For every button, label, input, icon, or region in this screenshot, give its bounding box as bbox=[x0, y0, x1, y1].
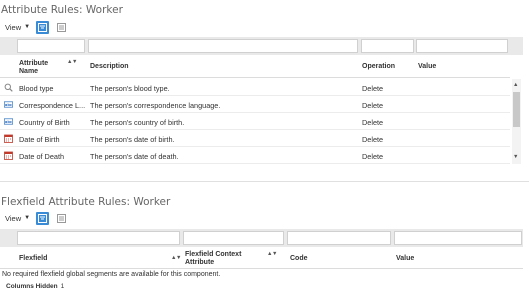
filter-description[interactable] bbox=[88, 39, 358, 53]
attribute-filter-row bbox=[0, 37, 523, 55]
view-menu-label: View bbox=[5, 22, 22, 32]
attribute-description: The person's correspondence language. bbox=[90, 100, 221, 110]
flexfield-rules-toolbar: View ▼ bbox=[5, 211, 68, 225]
view-menu[interactable]: View ▼ bbox=[5, 23, 30, 32]
table-row[interactable]: abc Correspondence L... The person's cor… bbox=[0, 96, 510, 113]
filter-flexfield[interactable] bbox=[17, 231, 180, 245]
filter-context-attribute[interactable] bbox=[183, 231, 284, 245]
view-menu[interactable]: View ▼ bbox=[5, 214, 30, 223]
attribute-name: Correspondence L... bbox=[19, 100, 86, 110]
caret-down-icon: ▼ bbox=[24, 215, 31, 221]
attribute-operation: Delete bbox=[362, 117, 384, 127]
filter-value[interactable] bbox=[416, 39, 508, 53]
string-icon: abc bbox=[4, 101, 13, 108]
flexfield-table-header: Flexfield ▲▼ Flexfield Context Attribute… bbox=[0, 248, 523, 269]
detach-button[interactable] bbox=[55, 212, 68, 225]
attribute-rules-toolbar: View ▼ bbox=[5, 20, 68, 34]
detach-icon bbox=[57, 213, 67, 223]
flexfield-rules-title: Flexfield Attribute Rules: Worker bbox=[1, 196, 171, 208]
attribute-operation: Delete bbox=[362, 134, 384, 144]
attribute-description: The person's country of birth. bbox=[90, 117, 185, 127]
column-header-code[interactable]: Code bbox=[290, 255, 308, 263]
table-row[interactable]: Blood type The person's blood type. Dele… bbox=[0, 79, 510, 96]
sort-arrows-icon[interactable]: ▲▼ bbox=[171, 255, 181, 261]
column-header-operation[interactable]: Operation bbox=[362, 63, 395, 71]
table-row[interactable]: Date of Death The person's date of death… bbox=[0, 147, 510, 164]
calendar-icon bbox=[4, 134, 13, 143]
attribute-description: The person's blood type. bbox=[90, 83, 170, 93]
scroll-up-icon[interactable]: ▲ bbox=[513, 82, 518, 88]
attribute-description: The person's date of death. bbox=[90, 151, 179, 161]
sort-arrows-icon[interactable]: ▲▼ bbox=[67, 59, 77, 65]
attribute-description: The person's date of birth. bbox=[90, 134, 175, 144]
attribute-name: Blood type bbox=[19, 83, 54, 93]
attribute-operation: Delete bbox=[362, 100, 384, 110]
column-header-value[interactable]: Value bbox=[396, 255, 414, 263]
columns-hidden-count: 1 bbox=[60, 283, 65, 290]
filter-icon bbox=[38, 213, 48, 223]
detach-icon bbox=[57, 22, 67, 32]
table-row[interactable]: abc Country of Birth The person's countr… bbox=[0, 113, 510, 130]
column-header-flexfield[interactable]: Flexfield bbox=[19, 255, 47, 263]
column-header-value[interactable]: Value bbox=[418, 63, 436, 71]
attribute-table-scrollbar[interactable]: ▲ ▼ bbox=[512, 79, 521, 164]
attribute-operation: Delete bbox=[362, 151, 384, 161]
attribute-operation: Delete bbox=[362, 83, 384, 93]
section-divider bbox=[0, 181, 529, 182]
caret-down-icon: ▼ bbox=[24, 24, 31, 30]
attribute-name: Date of Birth bbox=[19, 134, 60, 144]
query-by-example-button[interactable] bbox=[36, 20, 50, 34]
attribute-rules-title: Attribute Rules: Worker bbox=[1, 4, 123, 16]
scroll-thumb[interactable] bbox=[513, 92, 520, 127]
empty-table-message: No required flexfield global segments ar… bbox=[2, 271, 221, 278]
filter-attribute-name[interactable] bbox=[17, 39, 85, 53]
svg-text:abc: abc bbox=[5, 103, 12, 107]
attribute-name: Date of Death bbox=[19, 151, 65, 161]
view-menu-label: View bbox=[5, 213, 22, 223]
attribute-table-header: Attribute Name ▲▼ Description Operation … bbox=[0, 56, 510, 78]
scroll-down-icon[interactable]: ▼ bbox=[513, 154, 518, 160]
column-header-attribute-name[interactable]: Attribute Name bbox=[19, 60, 59, 76]
column-header-description[interactable]: Description bbox=[90, 63, 129, 71]
sort-arrows-icon[interactable]: ▲▼ bbox=[267, 251, 277, 257]
string-icon: abc bbox=[4, 118, 13, 125]
flexfield-filter-row bbox=[0, 229, 523, 247]
column-header-context-attribute[interactable]: Flexfield Context Attribute bbox=[185, 251, 265, 267]
filter-code[interactable] bbox=[287, 231, 391, 245]
svg-text:abc: abc bbox=[5, 120, 12, 124]
attribute-name: Country of Birth bbox=[19, 117, 70, 127]
detach-button[interactable] bbox=[55, 21, 68, 34]
query-by-example-button[interactable] bbox=[36, 211, 50, 225]
search-icon bbox=[4, 83, 13, 92]
filter-operation[interactable] bbox=[361, 39, 414, 53]
columns-hidden-label: Columns Hidden bbox=[6, 283, 58, 290]
columns-hidden-status: Columns Hidden 1 bbox=[6, 283, 64, 290]
filter-icon bbox=[38, 22, 48, 32]
filter-value[interactable] bbox=[394, 231, 522, 245]
calendar-icon bbox=[4, 151, 13, 160]
table-row[interactable]: Date of Birth The person's date of birth… bbox=[0, 130, 510, 147]
